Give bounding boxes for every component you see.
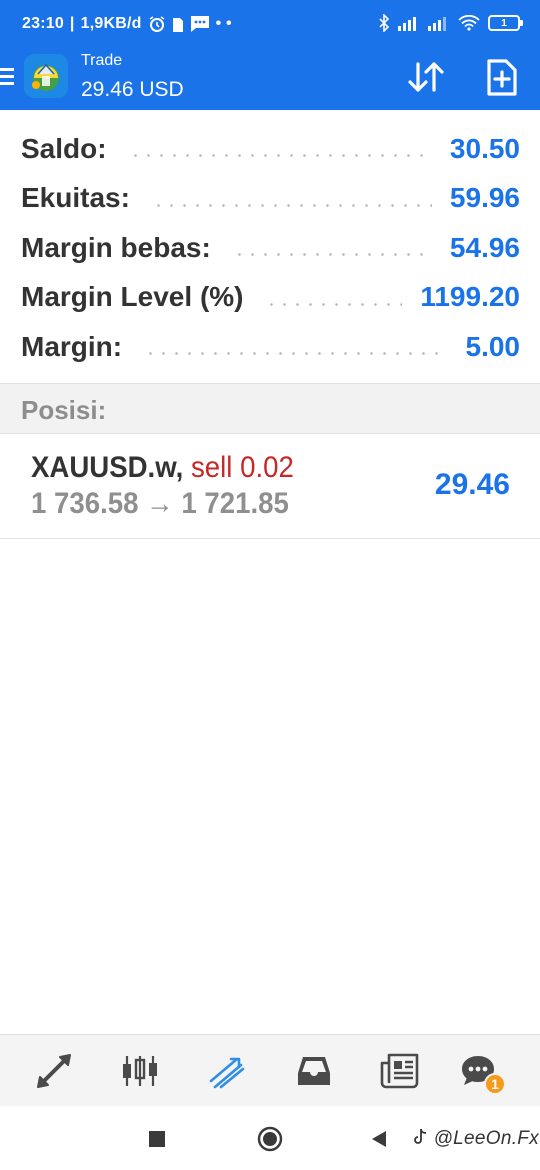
watermark-text: @LeeOn.Fx (433, 1128, 540, 1149)
summary-value: 54.96 (449, 231, 520, 263)
status-net-speed: 1,9KB/d (80, 15, 142, 32)
summary-row-margin: Margin: 5.00 (0, 322, 540, 372)
summary-label: Margin: (21, 330, 123, 362)
summary-row-saldo: Saldo: 30.50 (0, 124, 540, 174)
sim-card-icon (172, 18, 183, 32)
position-title-line: XAUUSD.w, sell 0.02 (31, 451, 294, 485)
arrow-right-icon: → (146, 487, 174, 520)
tiktok-logo-icon (414, 1128, 427, 1144)
dotted-leader (232, 253, 432, 257)
chart-candles-icon (123, 1056, 157, 1086)
triangle-back-icon (372, 1131, 386, 1147)
alarm-icon (149, 16, 165, 32)
status-left: 23:10 | 1,9KB/d • • (22, 15, 232, 33)
notification-badge: 1 (484, 1073, 506, 1095)
nav-news[interactable] (378, 1049, 422, 1093)
battery-level: 1 (501, 17, 507, 29)
position-type: sell 0.02 (191, 451, 294, 484)
circle-icon (257, 1126, 283, 1152)
news-icon (380, 1053, 419, 1089)
status-separator: | (69, 15, 75, 32)
summary-value: 59.96 (449, 182, 520, 214)
summary-row-margin-bebas: Margin bebas: 54.96 (0, 223, 540, 273)
history-inbox-icon (298, 1057, 330, 1085)
bottom-navigation: 1 (0, 1034, 540, 1106)
position-open-price: 1 736.58 (31, 487, 139, 520)
nav-quotes[interactable] (32, 1049, 76, 1093)
menu-icon[interactable] (0, 68, 14, 86)
account-summary: Saldo: 30.50 Ekuitas: 59.96 Margin bebas… (0, 124, 540, 372)
summary-label: Saldo: (21, 132, 107, 164)
summary-value: 5.00 (465, 330, 521, 362)
status-right: 1 (378, 14, 523, 32)
summary-value: 30.50 (449, 132, 520, 164)
nav-chart[interactable] (118, 1049, 162, 1093)
signal-2-icon (428, 17, 446, 31)
dotted-leader (265, 302, 403, 306)
system-navigation-bar: @LeeOn.Fx (0, 1106, 540, 1170)
app-title: Trade (81, 52, 123, 69)
position-profit: 29.46 (434, 468, 510, 501)
quotes-icon (37, 1054, 71, 1088)
status-time: 23:10 (22, 15, 64, 32)
position-row[interactable]: XAUUSD.w, sell 0.02 1 736.58 → 1 721.85 … (0, 434, 540, 539)
new-order-button[interactable] (480, 56, 524, 98)
sort-arrows-icon (408, 62, 444, 92)
square-icon (149, 1131, 165, 1147)
position-price-line: 1 736.58 → 1 721.85 (31, 487, 289, 521)
back-button[interactable] (366, 1126, 392, 1152)
summary-label: Ekuitas: (21, 182, 130, 214)
dotted-leader (128, 154, 432, 158)
summary-label: Margin Level (%) (21, 281, 244, 313)
positions-title: Posisi: (21, 395, 107, 425)
wifi-icon (458, 15, 480, 31)
position-current-price: 1 721.85 (181, 487, 289, 520)
watermark: @LeeOn.Fx (412, 1128, 539, 1150)
signal-1-icon (398, 17, 416, 31)
summary-value: 1199.20 (420, 281, 520, 313)
battery-icon: 1 (488, 15, 523, 31)
metatrader-logo-icon (24, 54, 68, 98)
account-profit-subtitle: 29.46 USD (81, 78, 184, 101)
trade-icon (209, 1057, 245, 1089)
status-bar: 23:10 | 1,9KB/d • • 1 (0, 0, 540, 50)
position-symbol: XAUUSD.w, (31, 451, 184, 484)
nav-trade[interactable] (205, 1049, 249, 1093)
home-button[interactable] (257, 1126, 283, 1152)
new-document-icon (487, 59, 517, 96)
bluetooth-icon (379, 14, 390, 32)
recents-button[interactable] (144, 1126, 170, 1152)
summary-label: Margin bebas: (21, 231, 211, 263)
summary-row-margin-level: Margin Level (%) 1199.20 (0, 273, 540, 323)
top-bar: 23:10 | 1,9KB/d • • 1 Trade 29.46 USD (0, 0, 540, 110)
status-dots: • • (215, 15, 232, 32)
dotted-leader (151, 203, 432, 207)
summary-row-ekuitas: Ekuitas: 59.96 (0, 174, 540, 224)
nav-messages[interactable]: 1 (456, 1049, 506, 1095)
positions-section-header: Posisi: (0, 383, 540, 434)
sort-button[interactable] (404, 56, 448, 98)
nav-history[interactable] (292, 1049, 336, 1093)
dotted-leader (144, 352, 448, 356)
message-icon (190, 16, 209, 32)
